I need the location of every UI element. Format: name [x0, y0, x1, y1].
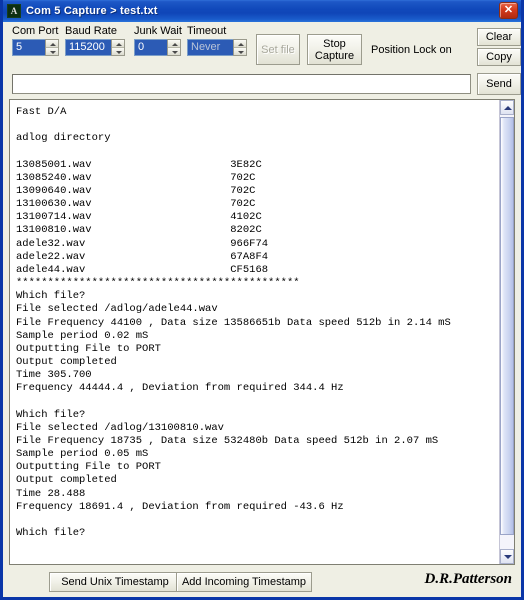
application-window: A Com 5 Capture > test.txt ✕ Com Port 5 … — [0, 0, 524, 600]
close-icon[interactable]: ✕ — [499, 2, 518, 19]
baud-rate-input[interactable]: 115200 — [65, 39, 111, 56]
author-signature: D.R.Patterson — [424, 571, 512, 587]
junk-wait-spin-down-icon[interactable] — [168, 48, 180, 55]
junk-wait-group: Junk Wait 0 — [134, 25, 182, 56]
window-title: Com 5 Capture > test.txt — [26, 5, 158, 17]
timeout-spin-up-icon[interactable] — [234, 40, 246, 48]
timeout-label: Timeout — [187, 25, 227, 37]
junk-wait-input[interactable]: 0 — [134, 39, 167, 56]
timeout-group: Timeout Never — [187, 25, 247, 56]
send-unix-timestamp-button[interactable]: Send Unix Timestamp — [49, 572, 181, 592]
bottom-bar: Send Unix Timestamp Add Incoming Timesta… — [3, 565, 521, 597]
send-button[interactable]: Send — [477, 73, 521, 95]
com-port-spin-up-icon[interactable] — [46, 40, 58, 48]
scroll-up-icon[interactable] — [500, 100, 514, 115]
console-scrollbar[interactable] — [499, 100, 515, 564]
junk-wait-spin-up-icon[interactable] — [168, 40, 180, 48]
timeout-spin-down-icon[interactable] — [234, 48, 246, 55]
position-lock-status: Position Lock on — [371, 44, 452, 56]
clear-button[interactable]: Clear — [477, 28, 521, 46]
console-area: Fast D/A adlog directory 13085001.wav 3E… — [9, 99, 515, 565]
scrollbar-thumb[interactable] — [500, 117, 514, 535]
console-output[interactable]: Fast D/A adlog directory 13085001.wav 3E… — [10, 100, 499, 564]
com-port-group: Com Port 5 — [12, 25, 59, 56]
timeout-input[interactable]: Never — [187, 39, 233, 56]
add-incoming-timestamp-button[interactable]: Add Incoming Timestamp — [176, 572, 312, 592]
com-port-label: Com Port — [12, 25, 59, 37]
com-port-input[interactable]: 5 — [12, 39, 45, 56]
scrollbar-track[interactable] — [500, 115, 514, 549]
com-port-spin-buttons[interactable] — [45, 39, 59, 56]
junk-wait-stepper[interactable]: 0 — [134, 39, 182, 56]
stop-capture-label: Stop Capture — [314, 37, 355, 62]
baud-rate-spin-buttons[interactable] — [111, 39, 125, 56]
set-file-button[interactable]: Set file — [256, 34, 300, 65]
send-input[interactable] — [12, 74, 471, 94]
send-row: Send — [3, 70, 521, 99]
baud-rate-spin-up-icon[interactable] — [112, 40, 124, 48]
stop-capture-button[interactable]: Stop Capture — [307, 34, 362, 65]
baud-rate-label: Baud Rate — [65, 25, 117, 37]
app-icon: A — [7, 4, 21, 18]
junk-wait-spin-buttons[interactable] — [167, 39, 181, 56]
copy-button[interactable]: Copy — [477, 48, 521, 66]
timeout-spin-buttons[interactable] — [233, 39, 247, 56]
scroll-down-icon[interactable] — [500, 549, 514, 564]
title-bar: A Com 5 Capture > test.txt ✕ — [3, 0, 521, 22]
com-port-spin-down-icon[interactable] — [46, 48, 58, 55]
baud-rate-stepper[interactable]: 115200 — [65, 39, 125, 56]
toolbar: Com Port 5 Baud Rate 115200 Junk Wait 0 … — [3, 22, 521, 70]
baud-rate-group: Baud Rate 115200 — [65, 25, 125, 56]
baud-rate-spin-down-icon[interactable] — [112, 48, 124, 55]
com-port-stepper[interactable]: 5 — [12, 39, 59, 56]
junk-wait-label: Junk Wait — [134, 25, 182, 37]
timeout-stepper[interactable]: Never — [187, 39, 247, 56]
